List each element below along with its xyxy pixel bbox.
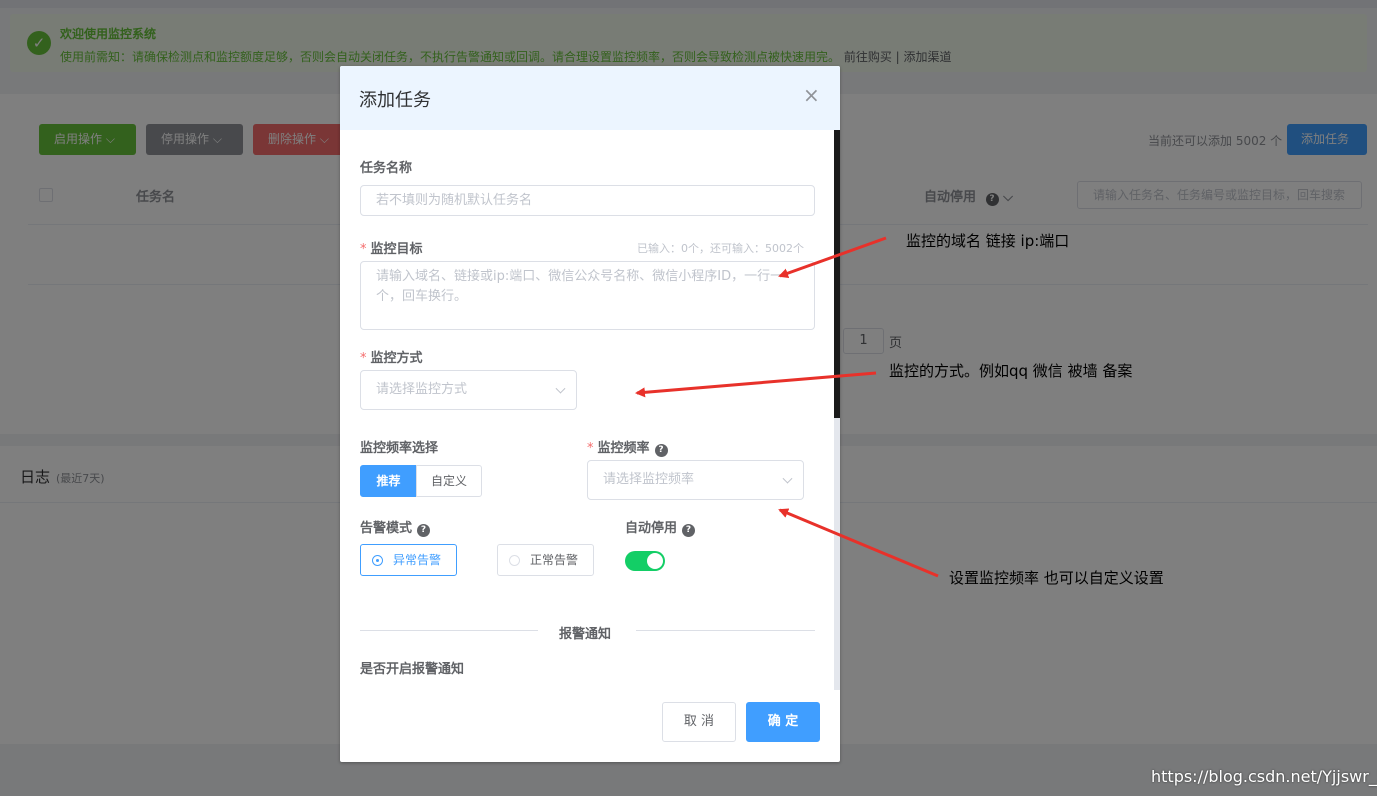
alert-mode-normal-label: 正常告警 <box>530 553 579 567</box>
frequency-select[interactable]: 请选择监控频率 <box>587 460 804 500</box>
required-mark: * <box>360 351 367 366</box>
alert-mode-label-text: 告警模式 <box>360 521 413 536</box>
frequency-label: * 监控频率? <box>587 437 668 457</box>
target-label: * 监控目标 <box>360 238 423 257</box>
freq-recommend-button[interactable]: 推荐 <box>360 465 417 497</box>
add-task-dialog: 添加任务 × 任务名称 若不填则为随机默认任务名 * 监控目标 已输入：0个，还可… <box>340 66 840 762</box>
target-label-text: 监控目标 <box>370 242 423 257</box>
watermark: https://blog.csdn.net/Yjjswr_55 <box>1151 767 1377 786</box>
switch-knob <box>647 553 663 569</box>
alert-mode-abnormal-label: 异常告警 <box>393 553 442 567</box>
confirm-button[interactable]: 确 定 <box>746 702 820 742</box>
question-icon[interactable]: ? <box>417 524 431 537</box>
auto-stop-switch[interactable] <box>625 551 665 571</box>
required-mark: * <box>587 441 594 456</box>
divider-line-left <box>360 630 538 631</box>
freq-select-label: 监控频率选择 <box>360 441 439 456</box>
chevron-down-icon <box>782 473 793 484</box>
radio-unchecked-icon <box>509 555 520 566</box>
freq-custom-button[interactable]: 自定义 <box>416 465 482 497</box>
alarm-enable-label: 是否开启报警通知 <box>360 662 465 677</box>
auto-stop-label: 自动停用? <box>625 517 696 537</box>
frequency-select-placeholder: 请选择监控频率 <box>603 472 695 487</box>
method-label: * 监控方式 <box>360 347 423 366</box>
method-select[interactable]: 请选择监控方式 <box>360 370 577 410</box>
method-label-text: 监控方式 <box>370 351 423 366</box>
alert-mode-label: 告警模式? <box>360 517 431 537</box>
annotation-target: 监控的域名 链接 ip:端口 <box>906 232 1070 250</box>
alert-mode-abnormal-radio[interactable]: 异常告警 <box>360 544 457 576</box>
question-icon[interactable]: ? <box>682 524 696 537</box>
dialog-scrollbar-thumb[interactable] <box>834 130 840 418</box>
chevron-down-icon <box>555 383 566 394</box>
cancel-button[interactable]: 取 消 <box>662 702 736 742</box>
auto-stop-label-text: 自动停用 <box>625 521 678 536</box>
annotation-method: 监控的方式。例如qq 微信 被墙 备案 <box>889 362 1133 380</box>
annotation-frequency: 设置监控频率 也可以自定义设置 <box>949 569 1164 587</box>
alarm-divider-text: 报警通知 <box>559 627 612 642</box>
target-counter: 已输入：0个，还可输入：5002个 <box>637 242 804 255</box>
close-icon[interactable]: × <box>803 83 820 107</box>
required-mark: * <box>360 242 367 257</box>
task-name-input[interactable]: 若不填则为随机默认任务名 <box>360 185 815 216</box>
task-name-label: 任务名称 <box>360 161 413 176</box>
dialog-header: 添加任务 × <box>340 66 840 130</box>
divider-line-right <box>636 630 815 631</box>
method-select-placeholder: 请选择监控方式 <box>376 382 468 397</box>
question-icon[interactable]: ? <box>654 444 668 457</box>
target-textarea[interactable]: 请输入域名、链接或ip:端口、微信公众号名称、微信小程序ID，一行一个，回车换行… <box>360 261 815 330</box>
alert-mode-normal-radio[interactable]: 正常告警 <box>497 544 594 576</box>
dialog-title: 添加任务 <box>359 90 431 111</box>
radio-checked-icon <box>372 555 383 566</box>
frequency-label-text: 监控频率 <box>597 441 650 456</box>
